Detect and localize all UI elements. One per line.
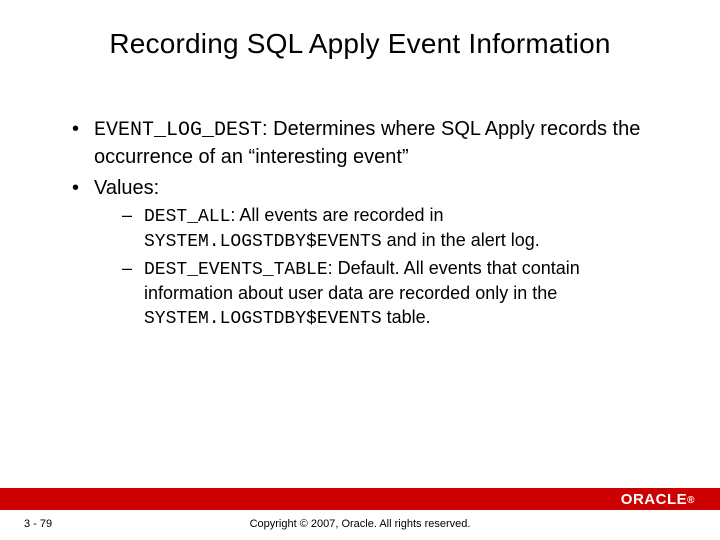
- sub-bullet-1: DEST_ALL: All events are recorded in SYS…: [122, 204, 660, 255]
- oracle-logo-dot: ®: [687, 495, 695, 506]
- code-system-logstdby-1: SYSTEM.LOGSTDBY$EVENTS: [144, 232, 382, 252]
- bullet-list: EVENT_LOG_DEST: Determines where SQL App…: [70, 116, 660, 331]
- oracle-logo: ORACLE®: [621, 491, 696, 508]
- slide-title: Recording SQL Apply Event Information: [0, 28, 720, 60]
- slide: Recording SQL Apply Event Information EV…: [0, 0, 720, 540]
- copyright-text: Copyright © 2007, Oracle. All rights res…: [0, 518, 720, 530]
- sub-bullet-list: DEST_ALL: All events are recorded in SYS…: [122, 204, 660, 331]
- bullet-item-1: EVENT_LOG_DEST: Determines where SQL App…: [70, 116, 660, 171]
- code-event-log-dest: EVENT_LOG_DEST: [94, 119, 262, 142]
- sub1-t2: and in the alert log.: [382, 230, 540, 250]
- footer-band: [0, 488, 720, 510]
- sub2-t2: table.: [382, 307, 431, 327]
- sub-bullet-2: DEST_EVENTS_TABLE: Default. All events t…: [122, 257, 660, 331]
- oracle-logo-text: ORACLE: [621, 491, 687, 508]
- slide-content: EVENT_LOG_DEST: Determines where SQL App…: [70, 116, 660, 335]
- code-dest-all: DEST_ALL: [144, 207, 230, 227]
- bullet-item-2: Values: DEST_ALL: All events are recorde…: [70, 175, 660, 331]
- sub1-t1: : All events are recorded in: [230, 205, 443, 225]
- bullet-2-label: Values:: [94, 177, 159, 199]
- code-system-logstdby-2: SYSTEM.LOGSTDBY$EVENTS: [144, 309, 382, 329]
- code-dest-events-table: DEST_EVENTS_TABLE: [144, 260, 328, 280]
